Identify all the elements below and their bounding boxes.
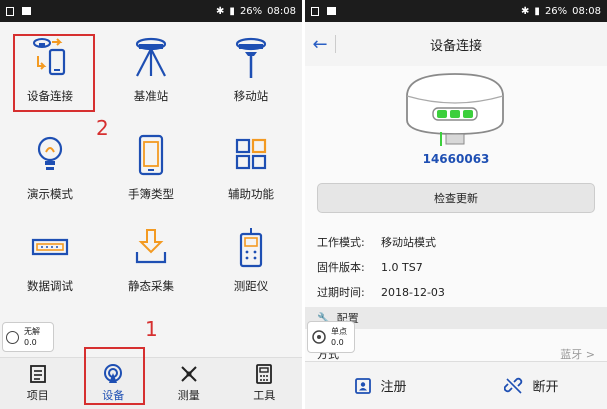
bluetooth-icon: ✱ [521,5,530,17]
back-arrow-icon[interactable]: ← [305,34,335,55]
tile-base-station[interactable]: 基准站 [101,22,201,114]
info-value: 移动站模式 [381,236,436,249]
info-value: 1.0 TS7 [381,261,423,274]
battery-level: 26% [239,5,263,17]
info-work-mode: 工作模式: 移动站模式 [317,234,436,250]
register-label: 注册 [380,380,407,395]
title-divider [335,35,336,53]
image-icon [327,7,336,15]
image-icon [22,7,31,15]
tile-handheld-type[interactable]: 手簿类型 [101,120,201,212]
solution-value: 0.0 [331,338,344,347]
nav-survey[interactable]: 测量 [151,358,227,409]
info-key: 过期时间: [317,286,365,299]
bluetooth-icon: ✱ [216,5,225,17]
bottom-nav: 项目 设备 测量 工具 [0,357,302,409]
page-title: 设备连接 [429,38,482,54]
tile-data-debug[interactable]: 数据调试 [0,212,100,304]
tile-label: 数据调试 [27,279,73,293]
signal-icon: ▮ [229,5,235,17]
nav-project[interactable]: 项目 [0,358,76,409]
clock: 08:08 [267,5,296,17]
solution-status: 单点 [331,327,347,336]
status-bar: ✱ ▮ 26% 08:08 [0,0,302,22]
solution-status-widget[interactable]: 单点 0.0 [307,321,355,353]
handheld-icon [138,134,164,176]
notification-icon [6,6,14,16]
download-icon [135,229,167,264]
action-bar: 注册 断开 [305,361,607,409]
right-screen: ✱ ▮ 26% 08:08 ← 设备连接 14660063 检查更新 工作模式:… [305,0,607,409]
grid-tools-icon [235,138,267,170]
signal-icon: ▮ [534,5,540,17]
tile-label: 移动站 [233,89,269,103]
unlink-icon [504,377,523,394]
disconnect-button[interactable]: 断开 [456,362,607,409]
device-serial-number: 14660063 [422,152,490,166]
highlight-box-device-connect [13,34,95,112]
solution-value: 0.0 [24,338,37,347]
info-key: 工作模式: [317,236,365,249]
target-icon [312,330,326,344]
nav-tools[interactable]: 工具 [227,358,303,409]
serial-port-icon [31,238,69,256]
nav-label: 测量 [177,389,200,402]
tile-label: 辅助功能 [228,187,274,201]
disconnect-label: 断开 [532,380,559,395]
info-firmware: 固件版本: 1.0 TS7 [317,259,423,275]
project-icon [29,365,46,383]
tile-static-collect[interactable]: 静态采集 [101,212,201,304]
info-key: 固件版本: [317,261,365,274]
annotation-number-1: 1 [145,317,158,341]
info-value: 2018-12-03 [381,286,445,299]
clock: 08:08 [572,5,601,17]
tile-label: 基准站 [133,89,169,103]
survey-icon [181,366,197,382]
connection-mode-row[interactable]: 方式 蓝牙 > [317,346,595,362]
tile-rover[interactable]: 移动站 [201,22,301,114]
notification-icon [311,6,319,16]
tile-label: 演示模式 [27,187,73,201]
annotation-number-2: 2 [96,116,109,140]
register-icon [355,377,372,394]
left-screen: ✱ ▮ 26% 08:08 设备连接 基准站 移动站 演示模式 手簿类型 辅助功… [0,0,302,409]
base-station-icon [135,37,167,77]
tile-demo-mode[interactable]: 演示模式 [0,120,100,212]
check-update-button[interactable]: 检查更新 [317,183,595,213]
status-bar: ✱ ▮ 26% 08:08 [305,0,607,22]
mode-value: 蓝牙 > [560,348,595,361]
tile-rangefinder[interactable]: 测距仪 [201,212,301,304]
tile-label: 静态采集 [128,279,174,293]
gnss-receiver-icon [406,73,504,146]
solution-status: 无解 [24,327,40,336]
tools-icon [256,364,273,384]
battery-level: 26% [544,5,568,17]
gnss-status-icon [6,330,19,344]
register-button[interactable]: 注册 [305,362,456,409]
rover-station-icon [235,37,267,78]
nav-label: 项目 [26,389,49,402]
tile-label: 测距仪 [233,279,269,293]
tile-assist-functions[interactable]: 辅助功能 [201,120,301,212]
highlight-box-device-tab [84,347,145,405]
title-bar: ← 设备连接 [305,22,607,66]
tile-label: 手簿类型 [128,187,174,201]
lightbulb-icon [37,136,63,170]
nav-label: 工具 [253,389,276,402]
info-expiry: 过期时间: 2018-12-03 [317,284,445,300]
rangefinder-icon [239,228,263,268]
solution-status-widget[interactable]: 无解 0.0 [2,322,54,352]
